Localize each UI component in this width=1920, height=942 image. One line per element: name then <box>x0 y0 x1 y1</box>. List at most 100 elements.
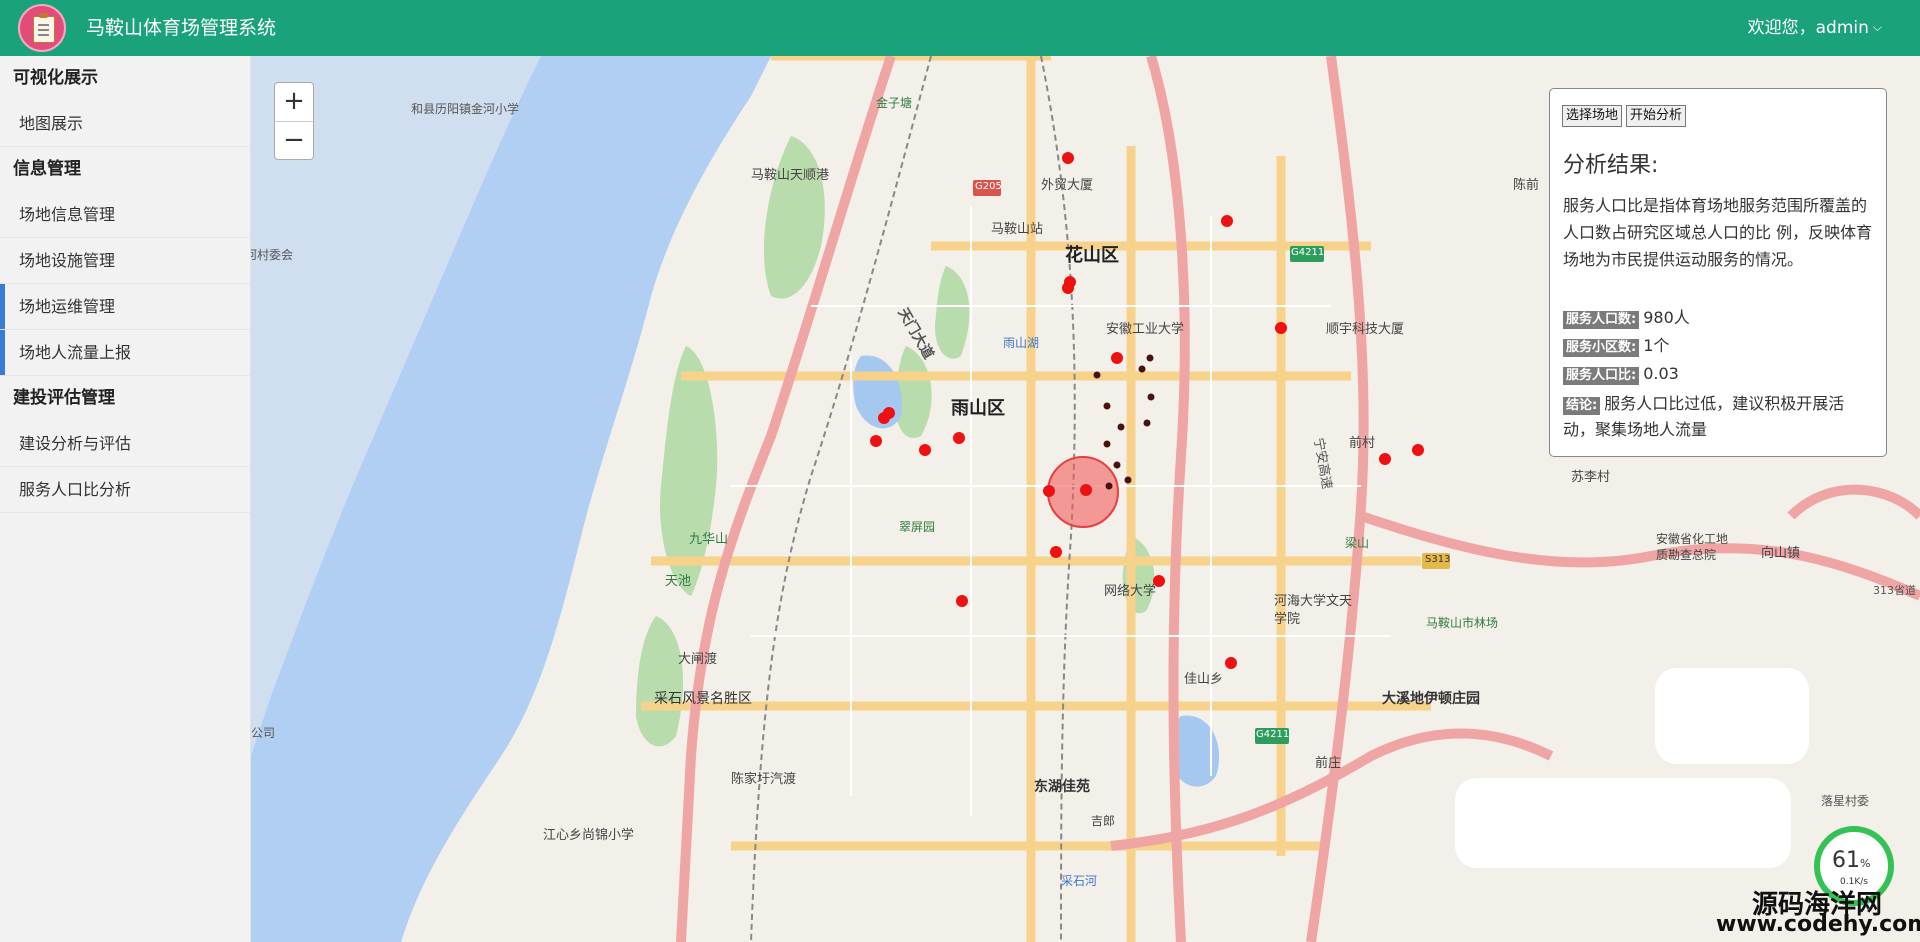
user-menu[interactable]: 欢迎您，admin ⌵ <box>1748 16 1882 41</box>
map-label: 和县历阳镇金河小学 <box>411 102 520 116</box>
map-label: 采石风景名胜区 <box>654 691 752 707</box>
chevron-down-icon: ⌵ <box>1872 20 1882 34</box>
select-venue-button[interactable]: 选择场地 <box>1562 105 1623 127</box>
venue-marker <box>1412 444 1424 456</box>
map-label: 网络大学 <box>1104 584 1157 599</box>
road-shield-label: S313 <box>1425 554 1451 565</box>
map-label: 梁山 <box>1345 536 1370 550</box>
conclusion-label: 结论: <box>1563 397 1601 415</box>
venue-marker <box>1043 485 1055 497</box>
venue-marker <box>1221 215 1233 227</box>
sidebar-group-info-management[interactable]: 信息管理 <box>0 147 250 192</box>
community-point <box>1143 419 1151 427</box>
service-ratio-label: 服务人口比: <box>1563 367 1640 385</box>
map-label: 雨山湖 <box>1003 336 1040 350</box>
venue-marker <box>1050 546 1062 558</box>
sidebar-group-construction-evaluation[interactable]: 建投评估管理 <box>0 376 250 421</box>
map-label-road: 313省道 <box>1873 584 1916 597</box>
map-label: 大溪地伊顿庄园 <box>1382 691 1480 707</box>
map-label: 安徽省化工地质勘查总院 <box>1656 532 1729 562</box>
app-logo-icon <box>18 4 66 52</box>
community-point <box>1146 354 1154 362</box>
road-shield-label: G4211 <box>1256 729 1290 740</box>
map-label: 采石河 <box>1061 874 1098 888</box>
lake-yushan <box>853 355 902 429</box>
map-label: 金子塘 <box>876 96 913 110</box>
community-point <box>1124 476 1132 484</box>
community-point <box>1147 393 1155 401</box>
map-label: 陈家圩汽渡 <box>731 772 797 787</box>
conclusion-value: 服务人口比过低，建议积极开展活动，聚集场地人流量 <box>1563 394 1845 439</box>
venue-marker <box>1062 282 1074 294</box>
service-ratio-row: 服务人口比: 0.03 <box>1563 363 1679 385</box>
community-point <box>1105 482 1113 490</box>
map-label: 安徽工业大学 <box>1106 322 1185 337</box>
community-point <box>1103 440 1111 448</box>
venue-marker <box>870 435 882 447</box>
top-header: 马鞍山体育场管理系统 欢迎您，admin ⌵ <box>0 0 1920 56</box>
venue-marker <box>1275 322 1287 334</box>
map-label-district: 雨山区 <box>951 398 1005 419</box>
map-label: 翠屏园 <box>899 520 936 534</box>
sidebar-item-construction-analysis[interactable]: 建设分析与评估 <box>0 421 250 467</box>
park-huashan <box>935 266 970 359</box>
analysis-result-title: 分析结果: <box>1563 153 1659 178</box>
sidebar-group-visualization[interactable]: 可视化展示 <box>0 56 250 101</box>
sidebar-item-service-population-ratio[interactable]: 服务人口比分析 <box>0 467 250 513</box>
blank-popup <box>1655 668 1809 764</box>
blank-popup <box>1455 778 1791 868</box>
park-north <box>763 136 825 299</box>
zoom-out-button[interactable]: − <box>275 122 313 160</box>
park-caishi <box>636 616 684 747</box>
venue-marker <box>956 595 968 607</box>
map-label: 马鞍山市林场 <box>1426 616 1499 630</box>
venue-marker <box>878 412 890 424</box>
map-label: 顺宇科技大厦 <box>1326 322 1405 337</box>
road-shield-label: G4211 <box>1291 247 1325 258</box>
map-label: 大闸渡 <box>678 652 718 667</box>
map-label: 佳山乡 <box>1184 672 1224 687</box>
sidebar-item-venue-operations[interactable]: 场地运维管理 <box>0 284 250 330</box>
venue-marker <box>1080 484 1092 496</box>
service-ratio-value: 0.03 <box>1643 364 1679 383</box>
service-population-value: 980人 <box>1643 308 1690 327</box>
map-label: 河村委会 <box>251 248 294 262</box>
map-label: 天池 <box>665 574 692 589</box>
map-label: 落星村委 <box>1821 794 1870 808</box>
sidebar: 可视化展示 地图展示 信息管理 场地信息管理 场地设施管理 场地运维管理 场地人… <box>0 56 251 942</box>
venue-marker <box>919 444 931 456</box>
community-point <box>1103 402 1111 410</box>
community-point <box>1138 365 1146 373</box>
venue-marker <box>1225 657 1237 669</box>
map-label: 苏李村 <box>1571 470 1611 485</box>
conclusion-row: 结论: 服务人口比过低，建议积极开展活动，聚集场地人流量 <box>1563 391 1875 443</box>
sidebar-item-venue-info[interactable]: 场地信息管理 <box>0 192 250 238</box>
start-analysis-button[interactable]: 开始分析 <box>1626 105 1687 127</box>
app-title: 马鞍山体育场管理系统 <box>86 17 277 39</box>
zoom-in-button[interactable]: + <box>275 83 313 122</box>
map-label: 江心乡尚锦小学 <box>543 828 635 843</box>
analysis-description: 服务人口比是指体育场地服务范围所覆盖的人口数占研究区域总人口的比 例，反映体育场… <box>1563 196 1873 269</box>
user-greeting: 欢迎您，admin <box>1747 18 1869 38</box>
sidebar-item-venue-facilities[interactable]: 场地设施管理 <box>0 238 250 284</box>
sidebar-item-venue-traffic-report[interactable]: 场地人流量上报 <box>0 330 250 376</box>
community-point <box>1093 371 1101 379</box>
gauge-percent-unit: % <box>1860 857 1871 870</box>
map-label: 河海大学文天学院 <box>1274 594 1353 627</box>
watermark-url: www.codehy.com <box>1716 912 1920 937</box>
map-label: 吉郎 <box>1091 814 1116 828</box>
gauge-percent: 61 <box>1832 848 1860 873</box>
service-community-row: 服务小区数: 1个 <box>1563 335 1669 357</box>
venue-marker <box>1379 453 1391 465</box>
map-label: 外贸大厦 <box>1041 178 1094 193</box>
service-population-label: 服务人口数: <box>1563 311 1640 329</box>
map-zoom-control: + − <box>274 82 314 160</box>
analysis-panel: 选择场地 开始分析 分析结果: 服务人口比是指体育场地服务范围所覆盖的人口数占研究… <box>1549 88 1887 457</box>
map-label: 陈前 <box>1513 178 1540 193</box>
sidebar-item-map-display[interactable]: 地图展示 <box>0 101 250 147</box>
service-population-row: 服务人口数: 980人 <box>1563 307 1690 329</box>
venue-marker <box>1111 352 1123 364</box>
road-shield-label: G205 <box>975 181 1002 192</box>
map-label: 东湖佳苑 <box>1034 779 1090 795</box>
community-point <box>1113 461 1121 469</box>
